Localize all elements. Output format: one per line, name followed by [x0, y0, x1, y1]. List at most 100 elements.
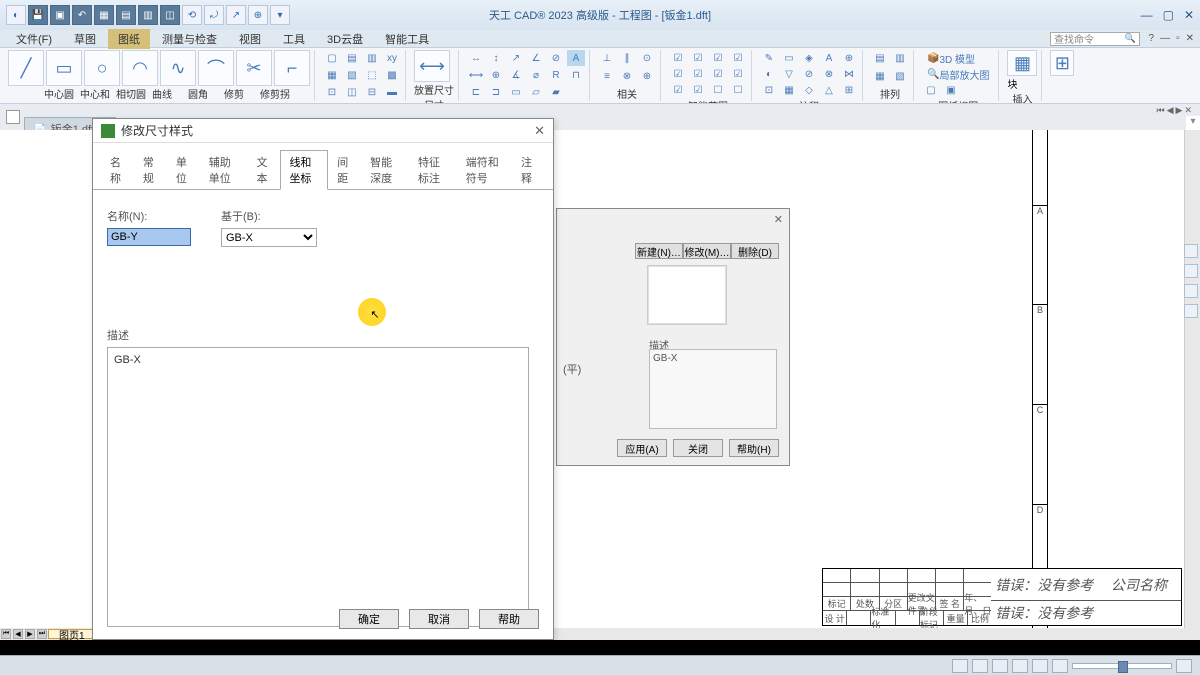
sb-btn-4[interactable] [1012, 659, 1028, 673]
rb-a12[interactable]: ▦ [780, 82, 798, 98]
rb-d4[interactable]: ∠ [527, 50, 545, 66]
rb-a13[interactable]: ◇ [800, 82, 818, 98]
bg-modify-button[interactable]: 修改(M)… [683, 243, 731, 259]
based-select[interactable]: GB-X [221, 228, 317, 247]
sheet-tab[interactable]: 图页1 [48, 629, 96, 639]
rb-d1[interactable]: ↔ [467, 50, 485, 66]
rb-a10[interactable]: ⋈ [840, 66, 858, 82]
rb-d13[interactable]: ⊏ [467, 84, 485, 100]
rb-ar3[interactable]: ▦ [871, 68, 889, 84]
qat-btn-4[interactable]: ▦ [94, 5, 114, 25]
rb-a5[interactable]: ⊕ [840, 50, 858, 66]
menu-measure[interactable]: 测量与检查 [152, 29, 227, 49]
rb-r6[interactable]: ⊕ [638, 68, 656, 84]
sb-btn-2[interactable] [972, 659, 988, 673]
sb-btn-5[interactable] [1032, 659, 1048, 673]
rb-s6[interactable]: ▧ [343, 67, 361, 83]
qat-btn-7[interactable]: ◫ [160, 5, 180, 25]
rb-3dmodel[interactable]: 📦 3D 模型 [922, 50, 980, 66]
mdi-minimize[interactable]: — [1160, 33, 1170, 44]
ok-button[interactable]: 确定 [339, 609, 399, 629]
rb-d7[interactable]: ⟷ [467, 67, 485, 83]
minimize-button[interactable]: — [1141, 8, 1153, 22]
rb-a15[interactable]: ⊞ [840, 82, 858, 98]
qat-btn-11[interactable]: ⊕ [248, 5, 268, 25]
qat-btn-10[interactable]: ↗ [226, 5, 246, 25]
rb-s8[interactable]: ▩ [383, 67, 401, 83]
rb-a11[interactable]: ⊡ [760, 82, 778, 98]
rb-rect-center[interactable]: ▭ [46, 50, 82, 86]
name-input[interactable] [107, 228, 191, 246]
rb-r3[interactable]: ⊙ [638, 50, 656, 66]
rb-r1[interactable]: ⊥ [598, 50, 616, 66]
bg-delete-button[interactable]: 删除(D) [731, 243, 779, 259]
rb-i7[interactable]: ☑ [709, 66, 727, 82]
bg-help-button[interactable]: 帮助(H) [729, 439, 779, 457]
rb-d3[interactable]: ↗ [507, 50, 525, 66]
rb-i5[interactable]: ☑ [669, 66, 687, 82]
bg-new-button[interactable]: 新建(N)… [635, 243, 683, 259]
rb-i1[interactable]: ☑ [669, 50, 687, 66]
rb-i11[interactable]: ☐ [709, 82, 727, 98]
side-panel-toggle[interactable] [6, 110, 20, 124]
hscroll-next[interactable]: ▶ [25, 629, 35, 639]
tab-text[interactable]: 文本 [248, 150, 281, 190]
rb-i4[interactable]: ☑ [729, 50, 747, 66]
tab-terminators[interactable]: 端符和符号 [457, 150, 512, 190]
bg-apply-button[interactable]: 应用(A) [617, 439, 667, 457]
command-search[interactable]: 查找命令 [1050, 32, 1140, 46]
qat-btn-5[interactable]: ▤ [116, 5, 136, 25]
nav-next[interactable]: ▶ [1176, 105, 1183, 116]
sb-btn-1[interactable] [952, 659, 968, 673]
rb-d15[interactable]: ▭ [507, 84, 525, 100]
rb-detailview[interactable]: 🔍 局部放大图 [922, 66, 994, 82]
rb-i9[interactable]: ☑ [669, 82, 687, 98]
rb-s4[interactable]: xy [383, 50, 401, 66]
rb-d11[interactable]: R [547, 67, 565, 83]
mdi-restore[interactable]: ▫ [1176, 33, 1180, 44]
right-nav-3[interactable] [1184, 284, 1198, 298]
qat-btn-9[interactable]: ⤾ [204, 5, 224, 25]
rb-d10[interactable]: ⌀ [527, 67, 545, 83]
rb-d8[interactable]: ⊕ [487, 67, 505, 83]
hscroll-last[interactable]: ⏭ [37, 629, 47, 639]
rb-i2[interactable]: ☑ [689, 50, 707, 66]
rb-line[interactable]: ╱ [8, 50, 44, 86]
tab-feature-callout[interactable]: 特征标注 [409, 150, 457, 190]
rb-block[interactable]: ▦ [1007, 50, 1037, 76]
tab-annotation[interactable]: 注释 [512, 150, 545, 190]
qat-dropdown[interactable]: ▾ [270, 5, 290, 25]
nav-first[interactable]: ⏮ [1157, 105, 1165, 116]
rb-r4[interactable]: ≡ [598, 68, 616, 84]
rb-s2[interactable]: ▤ [343, 50, 361, 66]
menu-tools[interactable]: 工具 [273, 29, 315, 49]
rb-d16[interactable]: ▱ [527, 84, 545, 100]
mdi-close[interactable]: ✕ [1186, 33, 1194, 44]
rb-r2[interactable]: ∥ [618, 50, 636, 66]
dialog-close-button[interactable]: ✕ [534, 123, 545, 139]
rb-d17[interactable]: ▰ [547, 84, 565, 100]
rb-s5[interactable]: ▦ [323, 67, 341, 83]
side-expand-toggle[interactable]: ▾ [1186, 116, 1200, 130]
rb-place-dim[interactable]: ⟷ [414, 50, 450, 82]
rb-fillet[interactable]: ⌒ [198, 50, 234, 86]
tab-aux-units[interactable]: 辅助单位 [200, 150, 248, 190]
rb-s11[interactable]: ⊟ [363, 84, 381, 100]
rb-ar4[interactable]: ▧ [891, 68, 909, 84]
rb-a2[interactable]: ▭ [780, 50, 798, 66]
hscroll-first[interactable]: ⏮ [1, 629, 11, 639]
rb-trim-corner[interactable]: ⌐ [274, 50, 310, 86]
tab-lines-coords[interactable]: 线和坐标 [280, 150, 328, 190]
bg-close-button[interactable]: 关闭 [673, 439, 723, 457]
rb-d5[interactable]: ⊘ [547, 50, 565, 66]
qat-undo[interactable]: ↶ [72, 5, 92, 25]
rb-d2[interactable]: ↕ [487, 50, 505, 66]
rb-a8[interactable]: ⊘ [800, 66, 818, 82]
rb-sv2[interactable]: ▣ [942, 82, 960, 98]
rb-d6[interactable]: A [567, 50, 585, 66]
rb-curve[interactable]: ∿ [160, 50, 196, 86]
rb-i3[interactable]: ☑ [709, 50, 727, 66]
rb-i12[interactable]: ☐ [729, 82, 747, 98]
sb-btn-3[interactable] [992, 659, 1008, 673]
tab-general[interactable]: 常规 [134, 150, 167, 190]
